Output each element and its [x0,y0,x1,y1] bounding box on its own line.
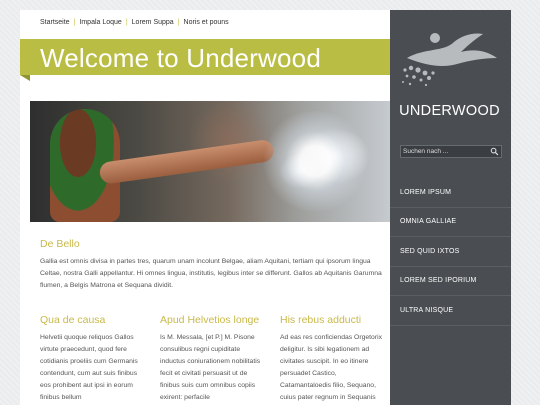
magnifier-icon[interactable] [490,147,499,156]
column-1-heading: Qua de causa [40,314,106,326]
intro-text: Gallia est omnis divisa in partes tres, … [40,258,382,289]
column-1-text: Helvetii quoque reliquos Gallos virtute … [40,334,138,401]
nav-separator: | [73,19,76,26]
column-3-text: Ad eas res conficiendas Orgetorix deligi… [280,334,383,401]
nav-link-noris-et-pouns[interactable]: Noris et pouns [184,19,229,26]
sidebar-menu: LOREM IPSUM OMNIA GALLIAE SED QUID IXTOS… [390,178,511,326]
sidebar-item-lorem-ipsum[interactable]: LOREM IPSUM [390,178,511,208]
nav-separator: | [125,19,128,26]
sidebar-item-lorem-sed-iporium[interactable]: LOREM SED IPORIUM [390,267,511,296]
column-2-heading: Apud Helvetios longe [160,314,260,326]
column-3-heading: His rebus adducti [280,314,362,326]
column-2-text: Is M. Messala, [et P.] M. Pisone consuli… [160,334,261,401]
swimmer-logo-icon[interactable] [399,30,501,100]
sidebar-item-sed-quid-ixtos[interactable]: SED QUID IXTOS [390,237,511,267]
search-input[interactable] [403,146,487,157]
intro-heading: De Bello [40,238,80,250]
hero-image [30,101,391,222]
hero-water-splash [260,111,370,211]
welcome-banner: Welcome to Underwood [20,39,390,75]
sidebar-item-ultra-nisque[interactable]: ULTRA NISQUE [390,296,511,326]
sidebar-item-omnia-galliae[interactable]: OMNIA GALLIAE [390,208,511,237]
search-box [400,145,502,158]
nav-separator: | [177,19,180,26]
nav-link-startseite[interactable]: Startseite [40,19,70,26]
banner-fold [20,75,30,81]
site-name: UNDERWOOD [399,103,500,119]
nav-link-impala-loque[interactable]: Impala Loque [79,19,121,26]
top-navigation: Startseite | Impala Loque | Lorem Suppa … [40,19,229,26]
nav-link-lorem-suppa[interactable]: Lorem Suppa [132,19,174,26]
hero-figure-leg [98,138,275,185]
page-title: Welcome to Underwood [40,43,321,73]
